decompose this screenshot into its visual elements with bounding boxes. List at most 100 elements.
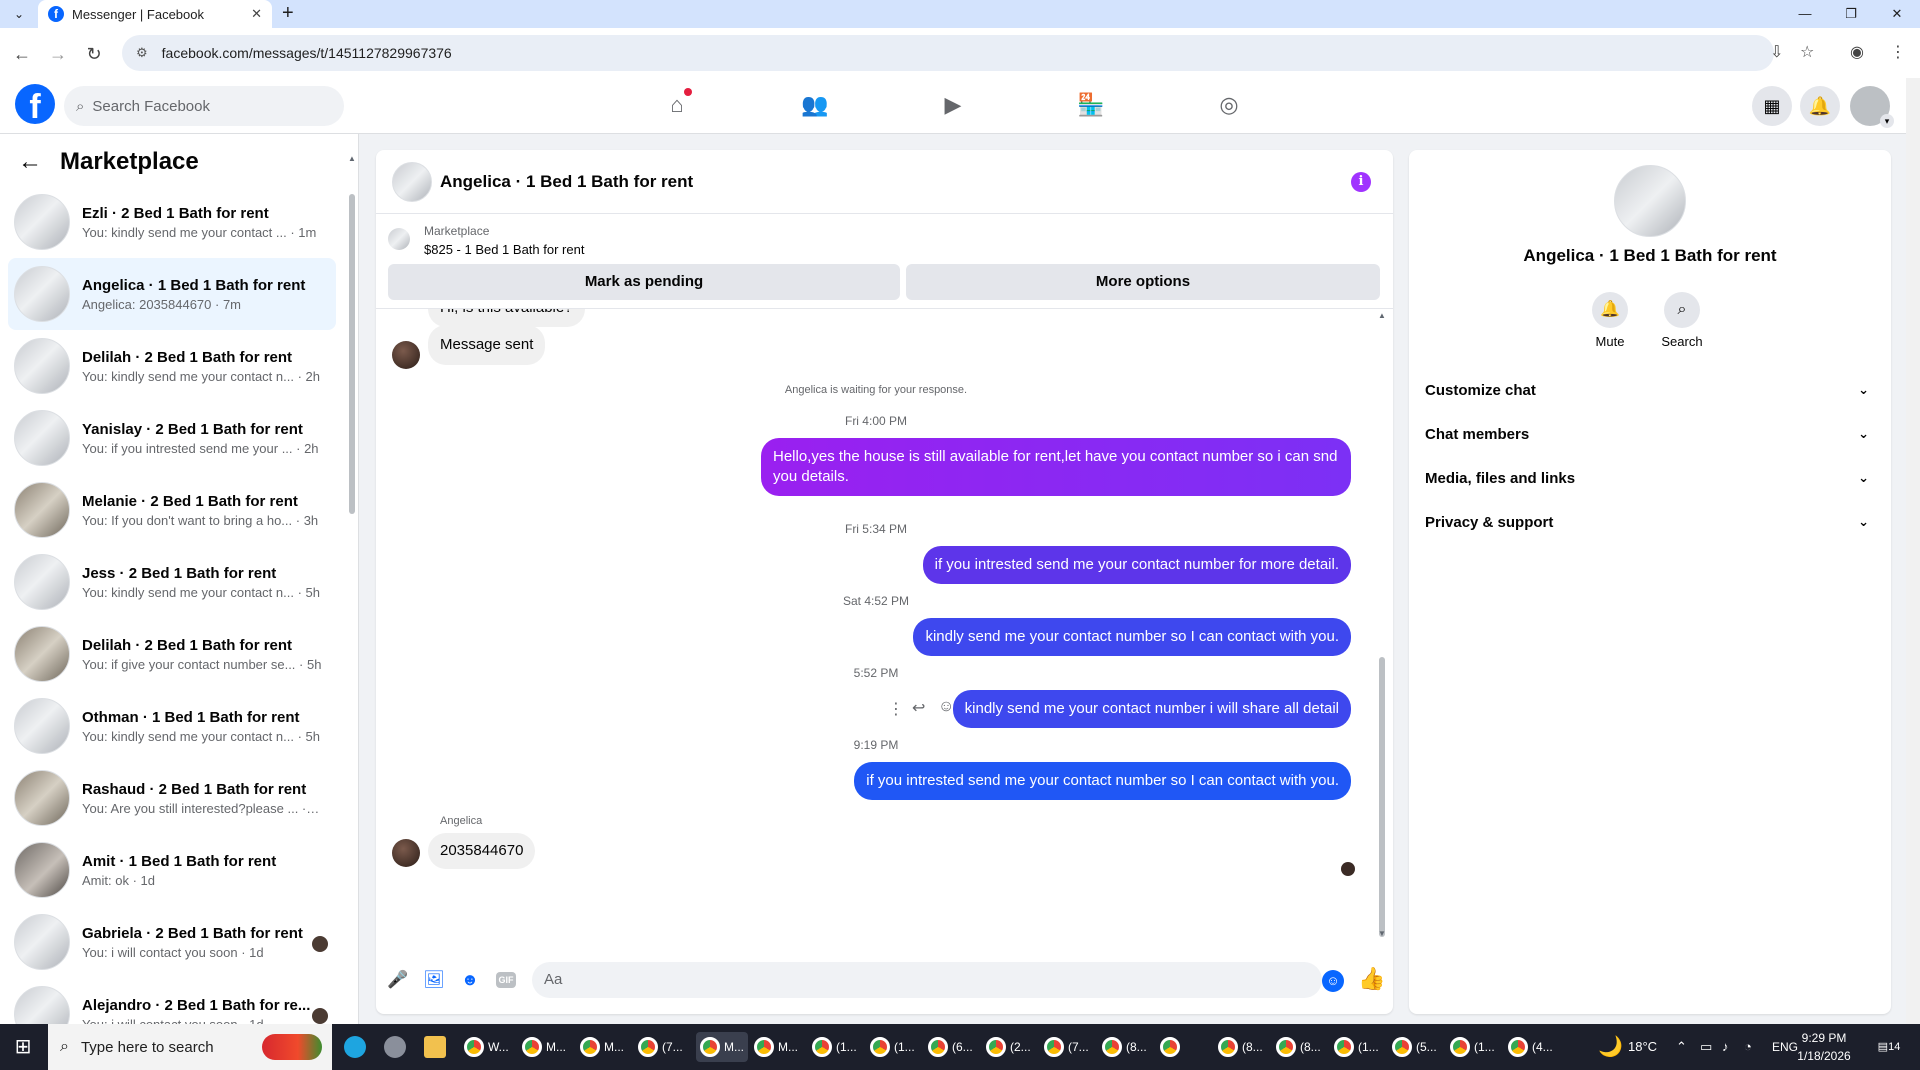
listing-summary[interactable]: Marketplace $825 - 1 Bed 1 Bath for rent	[388, 222, 1368, 262]
back-arrow-icon[interactable]: ←	[18, 148, 42, 176]
taskbar-chrome-window[interactable]: (5...	[1392, 1032, 1437, 1062]
outgoing-message[interactable]: if you intrested send me your contact nu…	[922, 546, 1351, 584]
sidebar-scrollbar[interactable]: ▲ ▼	[348, 154, 356, 1014]
install-app-icon[interactable]: ⇩	[1770, 42, 1783, 62]
conversation-item[interactable]: Yanislay · 2 Bed 1 Bath for rent You: if …	[8, 402, 336, 474]
tab-search-icon[interactable]: ⌄	[8, 4, 30, 24]
taskbar-chrome-window[interactable]: M...	[580, 1032, 624, 1062]
media-files-links-section[interactable]: Media, files and links ⌄	[1425, 460, 1875, 496]
conversation-item[interactable]: Amit · 1 Bed 1 Bath for rent Amit: ok · 1…	[8, 834, 336, 906]
groups-icon[interactable]: ◎	[1214, 90, 1244, 120]
page-scrollbar[interactable]	[1906, 78, 1920, 1024]
privacy-support-section[interactable]: Privacy & support ⌄	[1425, 504, 1875, 540]
taskbar-chrome-window[interactable]: M...	[754, 1032, 798, 1062]
incoming-message[interactable]: 2035844670	[428, 833, 536, 869]
thread-scroll-thumb[interactable]	[1379, 657, 1385, 937]
taskbar-chrome-window[interactable]: (6...	[928, 1032, 973, 1062]
search-chat-button[interactable]: ⌕ Search	[1652, 292, 1712, 349]
mark-as-pending-button[interactable]: Mark as pending	[388, 264, 900, 300]
like-thumb-icon[interactable]: 👍	[1358, 966, 1385, 992]
weather-icon[interactable]: 🌙	[1598, 1024, 1623, 1070]
volume-icon[interactable]: ♪	[1722, 1024, 1729, 1070]
thread-scrollbar[interactable]: ▲ ▼	[1376, 309, 1388, 943]
close-window-button[interactable]: ✕	[1874, 0, 1920, 28]
chat-avatar[interactable]	[392, 162, 432, 202]
sender-avatar[interactable]	[392, 839, 420, 867]
conversation-item[interactable]: Othman · 1 Bed 1 Bath for rent You: kindl…	[8, 690, 336, 762]
browser-menu-icon[interactable]: ⋮	[1890, 42, 1906, 62]
gif-icon[interactable]: GIF	[496, 972, 516, 988]
forward-icon[interactable]: →	[44, 40, 72, 68]
message-input[interactable]: Aa	[532, 962, 1322, 998]
photo-icon[interactable]: 🖼	[422, 968, 446, 992]
sender-avatar[interactable]	[392, 341, 420, 369]
conversation-item[interactable]: Gabriela · 2 Bed 1 Bath for rent You: i w…	[8, 906, 336, 978]
taskbar-chrome-window[interactable]	[1160, 1032, 1184, 1062]
taskbar-chrome-window[interactable]: (2...	[986, 1032, 1031, 1062]
marketplace-icon[interactable]: 🏪	[1076, 90, 1106, 120]
emoji-icon[interactable]: ☺	[1322, 970, 1344, 992]
conversation-item[interactable]: Ezli · 2 Bed 1 Bath for rent You: kindly …	[8, 186, 336, 258]
taskbar-chrome-window[interactable]: (8...	[1276, 1032, 1321, 1062]
taskbar-chrome-window[interactable]: W...	[464, 1032, 509, 1062]
conversation-item[interactable]: Delilah · 2 Bed 1 Bath for rent You: kind…	[8, 330, 336, 402]
conversation-item[interactable]: Delilah · 2 Bed 1 Bath for rent You: if g…	[8, 618, 336, 690]
taskbar-chrome-window[interactable]: (1...	[1450, 1032, 1495, 1062]
outgoing-message[interactable]: Hello,yes the house is still available f…	[761, 438, 1351, 496]
scroll-up-icon[interactable]: ▲	[348, 154, 356, 163]
file-explorer-icon[interactable]	[424, 1032, 450, 1062]
react-emoji-icon[interactable]: ☺	[938, 698, 954, 716]
new-tab-button[interactable]: +	[282, 2, 294, 25]
maximize-button[interactable]: ❐	[1828, 0, 1874, 28]
wifi-icon[interactable]: ◔	[1744, 1024, 1752, 1070]
mute-button[interactable]: 🔔 Mute	[1580, 292, 1640, 349]
temperature[interactable]: 18°C	[1628, 1024, 1657, 1070]
incoming-message[interactable]: Message sent	[428, 325, 546, 365]
site-info-icon[interactable]: ⚙	[136, 45, 148, 61]
scroll-up-icon[interactable]: ▲	[1378, 311, 1386, 320]
windows-start-icon[interactable]: ⊞	[0, 1024, 46, 1070]
taskbar-search[interactable]: ⌕ Type here to search	[48, 1024, 332, 1070]
taskbar-chrome-window[interactable]: (4...	[1508, 1032, 1553, 1062]
conversation-item[interactable]: Jess · 2 Bed 1 Bath for rent You: kindly …	[8, 546, 336, 618]
reply-icon[interactable]: ↩	[912, 698, 925, 718]
outgoing-message[interactable]: kindly send me your contact number i wil…	[952, 690, 1351, 728]
conversation-item[interactable]: Alejandro · 2 Bed 1 Bath for re... You: i…	[8, 978, 336, 1024]
taskbar-chrome-window[interactable]: (1...	[812, 1032, 857, 1062]
taskbar-chrome-window[interactable]: (8...	[1218, 1032, 1263, 1062]
facebook-search-input[interactable]: ⌕ Search Facebook	[64, 86, 344, 126]
minimize-button[interactable]: —	[1782, 0, 1828, 28]
browser-tab[interactable]: f Messenger | Facebook ✕	[38, 0, 272, 28]
url-bar[interactable]: ⚙ facebook.com/messages/t/14511278299673…	[122, 35, 1774, 71]
taskbar-chrome-window[interactable]: (8...	[1102, 1032, 1147, 1062]
contact-avatar[interactable]	[1614, 165, 1686, 237]
outgoing-message[interactable]: kindly send me your contact number so I …	[913, 618, 1351, 656]
friends-icon[interactable]: 👥	[800, 90, 830, 120]
reload-icon[interactable]: ↻	[80, 40, 108, 68]
back-icon[interactable]: ←	[8, 40, 36, 68]
chat-members-section[interactable]: Chat members ⌄	[1425, 416, 1875, 452]
sticker-icon[interactable]: ☻	[458, 968, 482, 992]
clock[interactable]: 9:29 PM 1/18/2026	[1794, 1029, 1854, 1065]
facebook-logo-icon[interactable]: f	[15, 84, 55, 124]
microphone-icon[interactable]: 🎤	[386, 968, 410, 992]
bookmark-star-icon[interactable]: ☆	[1800, 42, 1814, 62]
notification-center-icon[interactable]: ▤14	[1874, 1034, 1904, 1060]
chat-title[interactable]: Angelica · 1 Bed 1 Bath for rent	[440, 172, 693, 192]
taskbar-chrome-window[interactable]: (1...	[1334, 1032, 1379, 1062]
conversation-item[interactable]: Rashaud · 2 Bed 1 Bath for rent You: Are …	[8, 762, 336, 834]
taskbar-chrome-window[interactable]: (7...	[638, 1032, 683, 1062]
network-icon[interactable]: ▭	[1700, 1024, 1712, 1070]
more-options-button[interactable]: More options	[906, 264, 1380, 300]
tray-chevron-icon[interactable]: ⌃	[1676, 1024, 1687, 1070]
taskbar-chrome-window[interactable]: (7...	[1044, 1032, 1089, 1062]
taskbar-chrome-window[interactable]: M...	[696, 1032, 748, 1062]
info-icon[interactable]: i	[1351, 172, 1371, 192]
profile-icon[interactable]	[1850, 86, 1894, 128]
taskbar-chrome-window[interactable]: (1...	[870, 1032, 915, 1062]
taskbar-chrome-window[interactable]: M...	[522, 1032, 566, 1062]
customize-chat-section[interactable]: Customize chat ⌄	[1425, 372, 1875, 408]
conversation-item[interactable]: Melanie · 2 Bed 1 Bath for rent You: If y…	[8, 474, 336, 546]
video-icon[interactable]: ▶	[938, 90, 968, 120]
sidebar-scroll-thumb[interactable]	[349, 194, 355, 514]
